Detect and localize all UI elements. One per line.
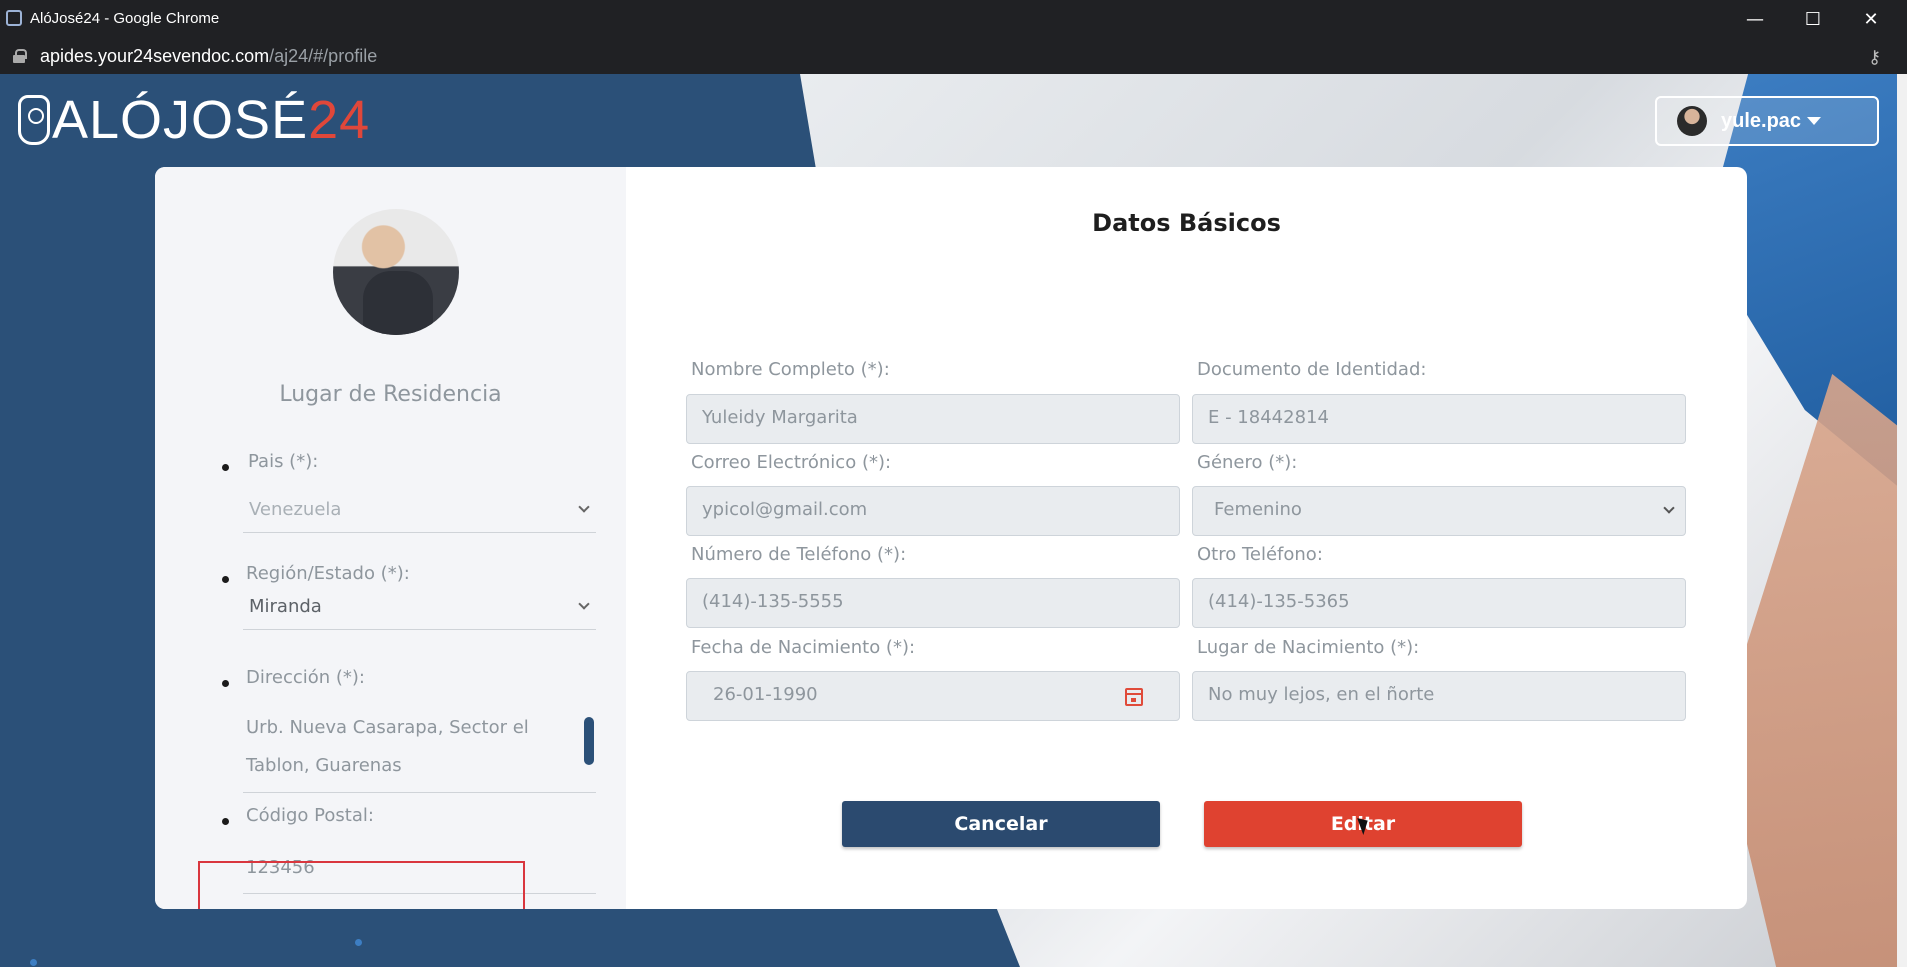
telefono-input[interactable]: (414)-135-5555 [686,578,1180,628]
otro-telefono-label: Otro Teléfono: [1197,544,1323,565]
lugar-label: Lugar de Nacimiento (*): [1197,637,1420,658]
pais-select[interactable]: Venezuela [243,489,596,533]
correo-input[interactable]: ypicol@gmail.com [686,486,1180,536]
app-logo[interactable]: ALÓJOSÉ24 [18,90,370,150]
region-select[interactable]: Miranda [243,586,596,630]
correo-label: Correo Electrónico (*): [691,452,892,473]
caret-down-icon [1807,117,1822,125]
browser-titlebar: AlóJosé24 - Google Chrome — ☐ ✕ [0,0,1907,38]
site-favicon-icon [6,10,22,26]
profile-card: Lugar de Residencia Pais (*): Venezuela … [155,167,1747,909]
chevron-down-icon [578,501,590,513]
url-host: apides.your24sevendoc.com [40,46,270,66]
address-bar[interactable]: apides.your24sevendoc.com/aj24/#/profile… [0,38,1907,74]
form-title: Datos Básicos [1092,209,1281,237]
bullet-dot [222,818,229,825]
decorative-dot [30,959,37,966]
fecha-value: 26-01-1990 [713,684,818,705]
window-title: AlóJosé24 - Google Chrome [30,10,220,27]
logo-text-accent: 24 [308,90,371,150]
telefono-label: Número de Teléfono (*): [691,544,907,565]
postal-label: Código Postal: [246,805,374,826]
fecha-label: Fecha de Nacimiento (*): [691,637,916,658]
profile-photo[interactable] [333,209,459,335]
close-icon[interactable]: ✕ [1842,0,1900,38]
bullet-dot [222,680,229,687]
pais-value: Venezuela [249,499,342,520]
page: ALÓJOSÉ24 yule.pac Lugar de Residencia P… [0,74,1907,967]
maximize-icon[interactable]: ☐ [1784,0,1842,38]
residence-panel: Lugar de Residencia Pais (*): Venezuela … [155,167,626,909]
genero-label: Género (*): [1197,452,1298,473]
key-icon[interactable]: ⚷ [1868,47,1881,68]
logo-text: ALÓJOSÉ24 [52,93,370,147]
lugar-input[interactable]: No muy lejos, en el ñorte [1192,671,1686,721]
page-scrollbar[interactable] [1897,74,1907,967]
minimize-icon[interactable]: — [1726,0,1784,38]
genero-value: Femenino [1214,499,1302,520]
direccion-textarea[interactable]: Urb. Nueva Casarapa, Sector el Tablon, G… [246,709,576,785]
stethoscope-phone-icon [18,95,50,145]
direccion-underline [243,792,596,793]
nombre-input[interactable]: Yuleidy Margarita [686,394,1180,444]
decorative-dot [355,939,362,946]
region-label: Región/Estado (*): [246,563,410,584]
lock-icon[interactable] [13,49,27,63]
direccion-label: Dirección (*): [246,667,365,688]
user-name: yule.pac [1721,109,1802,132]
pais-label: Pais (*): [248,451,319,472]
avatar [1677,106,1707,136]
url-text[interactable]: apides.your24sevendoc.com/aj24/#/profile [40,46,377,67]
genero-select[interactable]: Femenino [1192,486,1686,536]
bullet-dot [222,464,229,471]
logo-text-main: ALÓJOSÉ [52,90,309,150]
otro-telefono-input[interactable]: (414)-135-5365 [1192,578,1686,628]
chevron-down-icon [1663,502,1675,514]
nombre-label: Nombre Completo (*): [691,359,890,380]
bullet-dot [222,576,229,583]
url-path: /aj24/#/profile [269,46,378,66]
calendar-icon[interactable] [1125,688,1143,706]
postal-highlight-box [198,861,525,909]
region-value: Miranda [249,596,322,617]
chevron-down-icon [578,598,590,610]
user-menu-button[interactable]: yule.pac [1655,96,1879,146]
fecha-input[interactable]: 26-01-1990 [686,671,1180,721]
documento-input[interactable]: E - 18442814 [1192,394,1686,444]
textarea-scrollbar[interactable] [584,717,594,765]
residence-title: Lugar de Residencia [279,382,502,407]
documento-label: Documento de Identidad: [1197,359,1427,380]
cancel-button[interactable]: Cancelar [842,801,1160,847]
